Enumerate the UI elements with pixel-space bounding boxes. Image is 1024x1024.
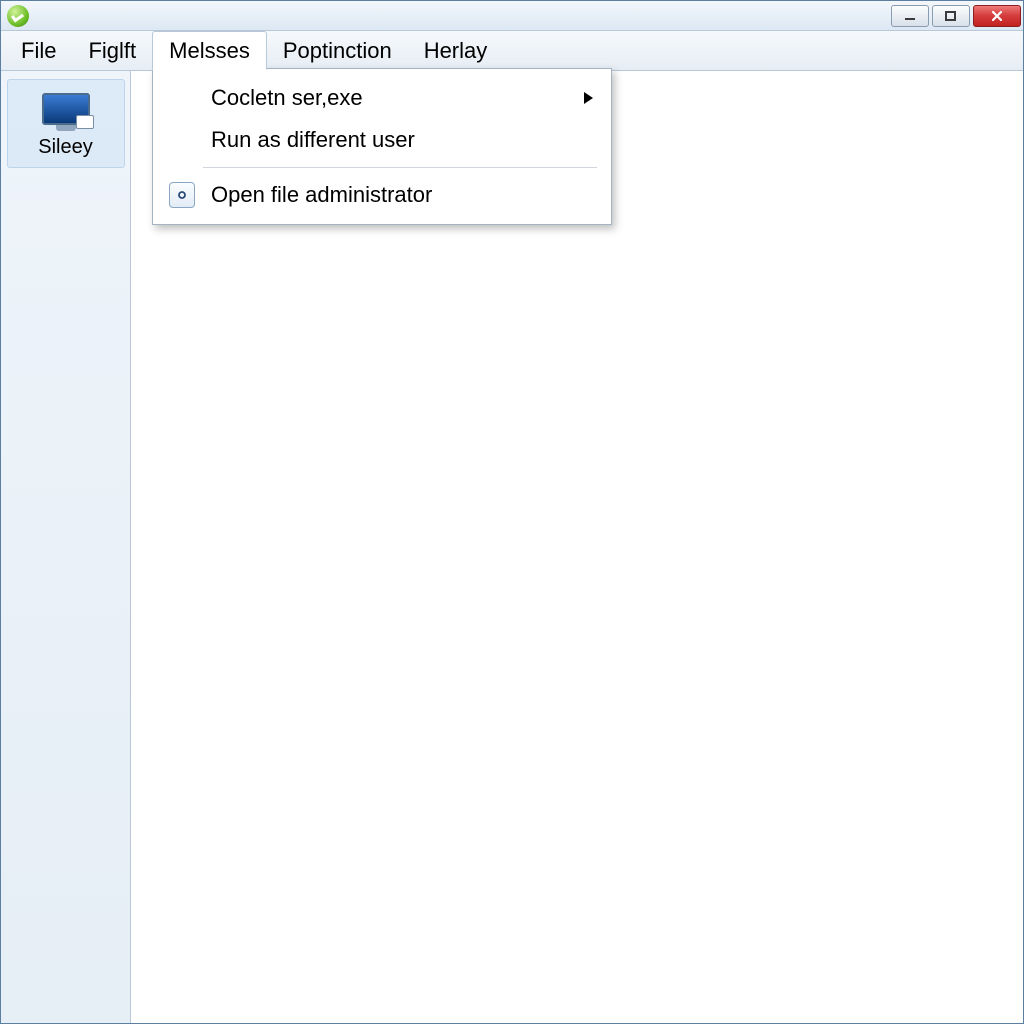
close-icon <box>990 9 1004 23</box>
submenu-arrow-icon <box>584 92 593 104</box>
menu-file[interactable]: File <box>5 31 72 70</box>
menu-label: Figlft <box>88 38 136 64</box>
app-window: File Figlft Melsses Poptinction Herlay S… <box>0 0 1024 1024</box>
menu-figlft[interactable]: Figlft <box>72 31 152 70</box>
link-icon <box>165 180 199 210</box>
menu-poptinction[interactable]: Poptinction <box>267 31 408 70</box>
blank-icon <box>165 83 199 113</box>
dropdown-menu: Cocletn ser,exe Run as different user Op… <box>152 68 612 225</box>
titlebar-left <box>1 5 29 27</box>
maximize-button[interactable] <box>932 5 970 27</box>
menu-item-open-file-administrator[interactable]: Open file administrator <box>153 174 611 216</box>
menu-item-label: Cocletn ser,exe <box>211 85 572 111</box>
menu-item-run-as-different-user[interactable]: Run as different user <box>153 119 611 161</box>
sidebar: Sileey <box>1 71 131 1023</box>
menu-label: File <box>21 38 56 64</box>
menubar: File Figlft Melsses Poptinction Herlay <box>1 31 1023 71</box>
close-button[interactable] <box>973 5 1021 27</box>
menu-item-label: Open file administrator <box>211 182 593 208</box>
sidebar-item-sileey[interactable]: Sileey <box>7 79 125 168</box>
app-icon <box>7 5 29 27</box>
menu-label: Poptinction <box>283 38 392 64</box>
sidebar-item-label: Sileey <box>12 136 120 159</box>
menu-melsses[interactable]: Melsses <box>152 31 267 70</box>
maximize-icon <box>944 9 958 23</box>
monitor-icon <box>36 86 96 132</box>
window-controls <box>891 5 1023 27</box>
menu-label: Herlay <box>424 38 488 64</box>
minimize-button[interactable] <box>891 5 929 27</box>
menu-label: Melsses <box>169 38 250 64</box>
menu-item-cocletn[interactable]: Cocletn ser,exe <box>153 77 611 119</box>
menu-item-label: Run as different user <box>211 127 593 153</box>
blank-icon <box>165 125 199 155</box>
titlebar <box>1 1 1023 31</box>
menu-herlay[interactable]: Herlay <box>408 31 504 70</box>
minimize-icon <box>903 9 917 23</box>
menu-separator <box>203 167 597 168</box>
